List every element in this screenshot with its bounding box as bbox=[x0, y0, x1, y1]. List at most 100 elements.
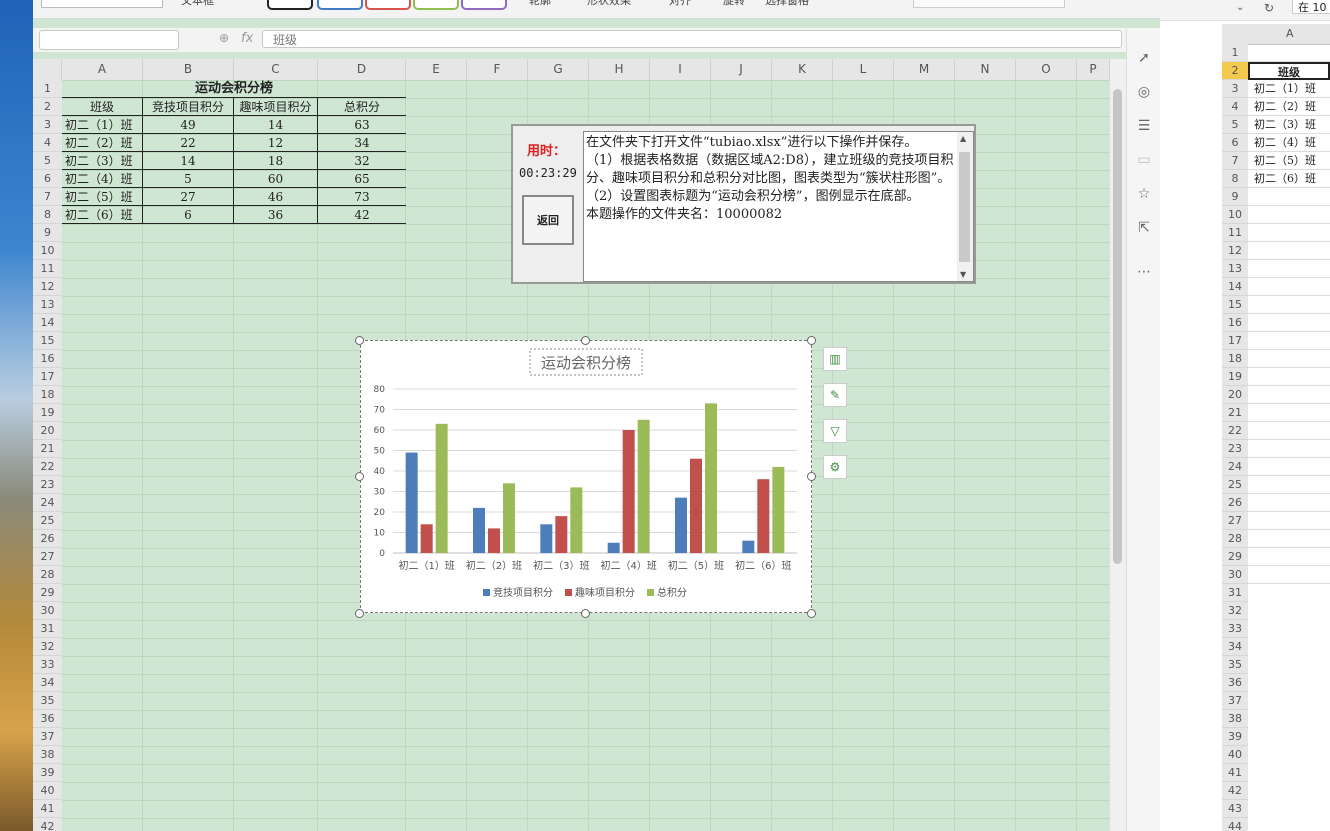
table-cell[interactable]: 6 bbox=[143, 206, 234, 224]
sheet-title[interactable]: 运动会积分榜 bbox=[62, 80, 406, 98]
row-header[interactable]: 32 bbox=[33, 638, 62, 656]
row-header[interactable]: 33 bbox=[1222, 620, 1248, 638]
row-header[interactable]: 24 bbox=[33, 494, 62, 512]
row-header[interactable]: 29 bbox=[33, 584, 62, 602]
legend-swatch[interactable] bbox=[647, 589, 654, 596]
row-header[interactable]: 13 bbox=[1222, 260, 1248, 278]
table-cell[interactable] bbox=[1248, 188, 1330, 206]
row-header[interactable]: 3 bbox=[1222, 80, 1248, 98]
row-header[interactable]: 35 bbox=[1222, 656, 1248, 674]
table-cell[interactable]: 22 bbox=[143, 134, 234, 152]
back-button[interactable]: 返回 bbox=[522, 195, 574, 245]
row-header[interactable]: 43 bbox=[1222, 800, 1248, 818]
bar-1[interactable] bbox=[607, 542, 620, 553]
formula-input[interactable]: 班级 bbox=[262, 30, 1122, 48]
row-header[interactable]: 22 bbox=[33, 458, 62, 476]
table-cell[interactable] bbox=[1248, 386, 1330, 404]
textbox-tool[interactable]: 文本框 bbox=[181, 0, 214, 9]
column-header-j[interactable]: J bbox=[711, 59, 772, 80]
row-header[interactable]: 30 bbox=[1222, 566, 1248, 584]
align-tool[interactable]: 对齐 bbox=[669, 0, 691, 9]
bar-1[interactable] bbox=[675, 497, 687, 553]
row-header[interactable]: 19 bbox=[33, 404, 62, 422]
table-cell[interactable] bbox=[1248, 548, 1330, 566]
row-header[interactable]: 3 bbox=[33, 116, 62, 134]
table-cell[interactable]: 36 bbox=[234, 206, 318, 224]
legend-swatch[interactable] bbox=[483, 589, 490, 596]
shape-style-green[interactable] bbox=[413, 0, 459, 10]
row-header[interactable]: 24 bbox=[1222, 458, 1248, 476]
row-header[interactable]: 38 bbox=[33, 746, 62, 764]
select-all-corner[interactable] bbox=[33, 59, 62, 80]
resize-handle-b[interactable] bbox=[581, 609, 590, 618]
row-header[interactable]: 30 bbox=[33, 602, 62, 620]
table-cell[interactable] bbox=[1248, 224, 1330, 242]
bar-2[interactable] bbox=[555, 516, 568, 553]
shapes-icon[interactable]: ◎ bbox=[1136, 84, 1152, 100]
table-cell[interactable]: 初二（1）班 bbox=[1248, 80, 1330, 98]
resize-handle-tl[interactable] bbox=[355, 336, 364, 345]
table-cell[interactable]: 初二（3）班 bbox=[1248, 116, 1330, 134]
table-cell[interactable]: 65 bbox=[318, 170, 406, 188]
shape-style-blue[interactable] bbox=[317, 0, 363, 10]
table-cell[interactable]: 初二（6）班 bbox=[1248, 170, 1330, 188]
column-header-b[interactable]: B bbox=[143, 59, 234, 80]
more-icon[interactable]: ⋯ bbox=[1136, 264, 1152, 280]
row-header[interactable]: 1 bbox=[33, 80, 62, 98]
row-header[interactable]: 1 bbox=[1222, 44, 1248, 62]
table-cell[interactable]: 班级 bbox=[1248, 62, 1330, 80]
table-cell[interactable] bbox=[1248, 332, 1330, 350]
table-cell[interactable]: 初二（3）班 bbox=[62, 152, 143, 170]
rotate-tool[interactable]: 旋转 bbox=[723, 0, 745, 9]
font-size-dropdown[interactable] bbox=[41, 0, 163, 8]
table-cell[interactable]: 14 bbox=[234, 116, 318, 134]
row-header[interactable]: 2 bbox=[33, 98, 62, 116]
table-cell[interactable] bbox=[1248, 296, 1330, 314]
selection-pane-tool[interactable]: 选择窗格 bbox=[765, 0, 809, 9]
row-header[interactable]: 21 bbox=[33, 440, 62, 458]
bar-3[interactable] bbox=[570, 487, 583, 553]
row-header[interactable]: 6 bbox=[1222, 134, 1248, 152]
table-cell[interactable] bbox=[1248, 476, 1330, 494]
table-cell[interactable]: 32 bbox=[318, 152, 406, 170]
row-header[interactable]: 27 bbox=[1222, 512, 1248, 530]
row-header[interactable]: 39 bbox=[1222, 728, 1248, 746]
bar-2[interactable] bbox=[420, 524, 433, 553]
row-header[interactable]: 27 bbox=[33, 548, 62, 566]
chart-settings-gear-icon[interactable]: ⚙ bbox=[823, 455, 847, 479]
row-header[interactable]: 44 bbox=[1222, 818, 1248, 831]
bar-2[interactable] bbox=[622, 430, 635, 553]
bar-1[interactable] bbox=[473, 507, 485, 553]
row-header[interactable]: 12 bbox=[1222, 242, 1248, 260]
bar-2[interactable] bbox=[488, 528, 500, 553]
bar-3[interactable] bbox=[772, 466, 785, 553]
table-cell[interactable] bbox=[1248, 314, 1330, 332]
clustered-column-chart[interactable]: 运动会积分榜 0 10 20 30 40 50 60 70 80 初二（1）班 初二（2）班 初二（3）… bbox=[360, 340, 812, 613]
row-header[interactable]: 4 bbox=[1222, 98, 1248, 116]
bar-2[interactable] bbox=[757, 479, 770, 553]
outline-tool[interactable]: 轮廓 bbox=[529, 0, 551, 9]
row-header[interactable]: 34 bbox=[1222, 638, 1248, 656]
row-header[interactable]: 22 bbox=[1222, 422, 1248, 440]
row-header[interactable]: 20 bbox=[33, 422, 62, 440]
row-header[interactable]: 17 bbox=[33, 368, 62, 386]
table-cell[interactable]: 49 bbox=[143, 116, 234, 134]
bar-3[interactable] bbox=[435, 423, 448, 553]
row-header[interactable]: 25 bbox=[1222, 476, 1248, 494]
table-cell[interactable] bbox=[1248, 512, 1330, 530]
instructions-box[interactable]: 在文件夹下打开文件“tubiao.xlsx”进行以下操作并保存。 （1）根据表格… bbox=[583, 131, 974, 282]
resize-handle-br[interactable] bbox=[807, 609, 816, 618]
table-cell[interactable] bbox=[1248, 566, 1330, 584]
table-cell[interactable]: 初二（2）班 bbox=[1248, 98, 1330, 116]
column-header-h[interactable]: H bbox=[589, 59, 650, 80]
table-cell[interactable] bbox=[1248, 350, 1330, 368]
format-icon[interactable]: ▭ bbox=[1136, 152, 1152, 168]
zoom-formula-icon[interactable]: ⊕ bbox=[219, 31, 229, 45]
column-header-o[interactable]: O bbox=[1016, 59, 1077, 80]
table-cell[interactable]: 27 bbox=[143, 188, 234, 206]
row-header[interactable]: 13 bbox=[33, 296, 62, 314]
table-cell[interactable] bbox=[1248, 422, 1330, 440]
table-cell[interactable]: 初二（1）班 bbox=[62, 116, 143, 134]
scroll-up-icon[interactable]: ▲ bbox=[960, 134, 966, 143]
table-cell[interactable]: 5 bbox=[143, 170, 234, 188]
